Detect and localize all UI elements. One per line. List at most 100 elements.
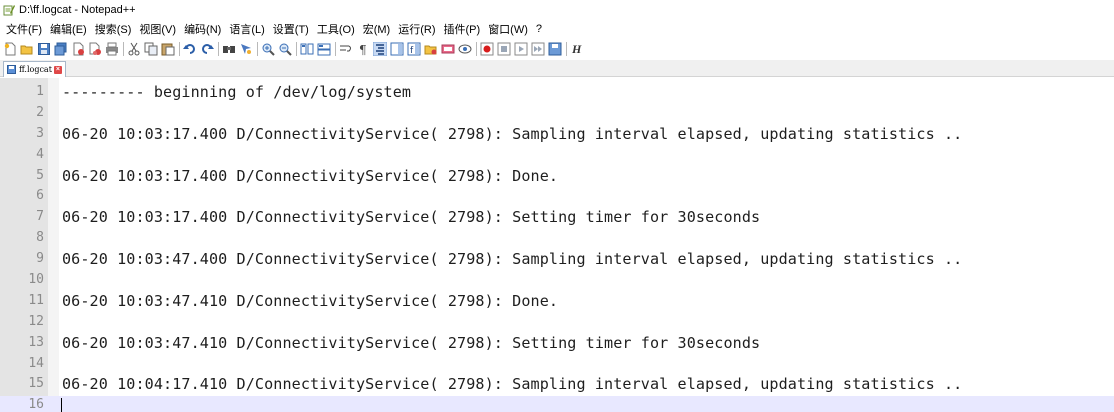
toolbar-separator [123, 42, 124, 56]
editor-line[interactable]: 10 [0, 271, 1114, 292]
editor-line[interactable]: 4 [0, 146, 1114, 167]
indent-guide-icon[interactable] [373, 42, 387, 56]
toolbar-separator [257, 42, 258, 56]
line-number: 1 [36, 84, 44, 99]
eye-icon[interactable] [458, 42, 472, 56]
menu-run[interactable]: 运行(R) [394, 21, 439, 37]
editor-line[interactable]: 9 06-20 10:03:47.400 D/ConnectivityServic… [0, 250, 1114, 271]
menu-plugins[interactable]: 插件(P) [440, 21, 485, 37]
cut-icon[interactable] [127, 42, 141, 56]
menu-macro[interactable]: 宏(M) [359, 21, 395, 37]
sync-vertical-icon[interactable] [300, 42, 314, 56]
editor-line[interactable]: 11 06-20 10:03:47.410 D/ConnectivityServi… [0, 292, 1114, 313]
monitoring-icon[interactable] [441, 42, 455, 56]
play-multiple-icon[interactable] [531, 42, 545, 56]
toolbar-separator [566, 42, 567, 56]
line-number: 7 [36, 209, 44, 225]
editor-line[interactable]: 13 06-20 10:03:47.410 D/ConnectivityServi… [0, 334, 1114, 355]
toolbar-separator [218, 42, 219, 56]
editor-line[interactable]: 12 [0, 313, 1114, 334]
line-number: 13 [28, 334, 44, 350]
word-wrap-icon[interactable] [339, 42, 353, 56]
zoom-in-icon[interactable] [261, 42, 275, 56]
menu-settings[interactable]: 设置(T) [269, 21, 313, 37]
line-number: 6 [36, 188, 44, 204]
print-icon[interactable] [105, 42, 119, 56]
menu-bar: 文件(F) 编辑(E) 搜索(S) 视图(V) 编码(N) 语言(L) 设置(T… [0, 20, 1114, 38]
line-number: 3 [36, 125, 44, 141]
paste-icon[interactable] [161, 42, 175, 56]
menu-help[interactable]: ? [532, 23, 546, 35]
close-all-icon[interactable] [88, 42, 102, 56]
line-text: 06-20 10:03:17.400 D/ConnectivityService… [62, 124, 963, 143]
file-saved-icon [7, 65, 16, 74]
window-title: D:\ff.logcat - Notepad++ [19, 4, 136, 16]
line-number: 12 [28, 313, 44, 329]
editor[interactable]: 1 --------- beginning of /dev/log/system … [0, 78, 1114, 412]
line-number: 9 [36, 251, 44, 267]
save-macro-icon[interactable] [548, 42, 562, 56]
save-all-icon[interactable] [54, 42, 68, 56]
toolbar-separator [179, 42, 180, 56]
menu-encoding[interactable]: 编码(N) [180, 21, 225, 37]
play-macro-icon[interactable] [514, 42, 528, 56]
line-text: 06-20 10:03:47.410 D/ConnectivityService… [62, 333, 761, 352]
toolbar-separator [335, 42, 336, 56]
line-text: 06-20 10:04:17.410 D/ConnectivityService… [62, 375, 963, 394]
show-all-characters-icon[interactable]: ¶ [356, 42, 370, 56]
line-number: 14 [28, 355, 44, 371]
title-bar: D:\ff.logcat - Notepad++ [0, 0, 1114, 20]
save-icon[interactable] [37, 42, 51, 56]
line-number: 16 [28, 397, 44, 412]
line-text: 06-20 10:03:47.410 D/ConnectivityService… [62, 291, 559, 310]
editor-line[interactable]: 8 [0, 229, 1114, 250]
menu-file[interactable]: 文件(F) [2, 21, 46, 37]
editor-line[interactable]: 7 06-20 10:03:17.400 D/ConnectivityServic… [0, 208, 1114, 229]
menu-language[interactable]: 语言(L) [225, 21, 268, 37]
sync-horizontal-icon[interactable] [317, 42, 331, 56]
open-file-icon[interactable] [20, 42, 34, 56]
line-number: 2 [36, 104, 44, 120]
find-icon[interactable] [222, 42, 236, 56]
new-file-icon[interactable] [3, 42, 17, 56]
line-text: 06-20 10:03:17.400 D/ConnectivityService… [62, 208, 761, 227]
line-text: --------- beginning of /dev/log/system [62, 83, 412, 101]
editor-line[interactable]: 1 --------- beginning of /dev/log/system [0, 83, 1114, 104]
menu-tools[interactable]: 工具(O) [313, 21, 359, 37]
copy-icon[interactable] [144, 42, 158, 56]
menu-edit[interactable]: 编辑(E) [46, 21, 91, 37]
line-number: 10 [28, 272, 44, 288]
zoom-out-icon[interactable] [278, 42, 292, 56]
editor-line[interactable]: 5 06-20 10:03:17.400 D/ConnectivityServic… [0, 167, 1114, 188]
replace-icon[interactable] [239, 42, 253, 56]
menu-view[interactable]: 视图(V) [135, 21, 180, 37]
undo-icon[interactable] [183, 42, 197, 56]
redo-icon[interactable] [200, 42, 214, 56]
editor-line[interactable]: 15 06-20 10:04:17.410 D/ConnectivityServi… [0, 375, 1114, 396]
stop-record-icon[interactable] [497, 42, 511, 56]
svg-text:¶: ¶ [359, 43, 367, 56]
menu-search[interactable]: 搜索(S) [91, 21, 136, 37]
tab-ff-logcat[interactable]: ff.logcat × [3, 61, 66, 77]
folder-workspace-icon[interactable] [424, 42, 438, 56]
close-icon[interactable] [71, 42, 85, 56]
editor-line[interactable]: 6 [0, 187, 1114, 208]
text-caret [61, 398, 62, 412]
record-macro-icon[interactable] [480, 42, 494, 56]
tab-bar: ff.logcat × [0, 60, 1114, 77]
toolbar-separator [476, 42, 477, 56]
menu-window[interactable]: 窗口(W) [484, 21, 532, 37]
line-text: 06-20 10:03:17.400 D/ConnectivityService… [62, 166, 559, 185]
editor-line[interactable]: 2 [0, 104, 1114, 125]
document-map-icon[interactable] [390, 42, 404, 56]
editor-line[interactable]: 14 [0, 355, 1114, 376]
line-number: 11 [28, 292, 44, 308]
editor-line-current[interactable]: 16 [0, 396, 1114, 412]
editor-lines: 1 --------- beginning of /dev/log/system … [0, 83, 1114, 412]
toolbar-separator [296, 42, 297, 56]
notepad-plus-plus-icon [3, 4, 15, 16]
hex-editor-icon[interactable]: H [572, 42, 581, 57]
editor-line[interactable]: 3 06-20 10:03:17.400 D/ConnectivityServic… [0, 125, 1114, 146]
close-tab-icon[interactable]: × [53, 65, 62, 74]
function-list-icon[interactable]: f [407, 42, 421, 56]
